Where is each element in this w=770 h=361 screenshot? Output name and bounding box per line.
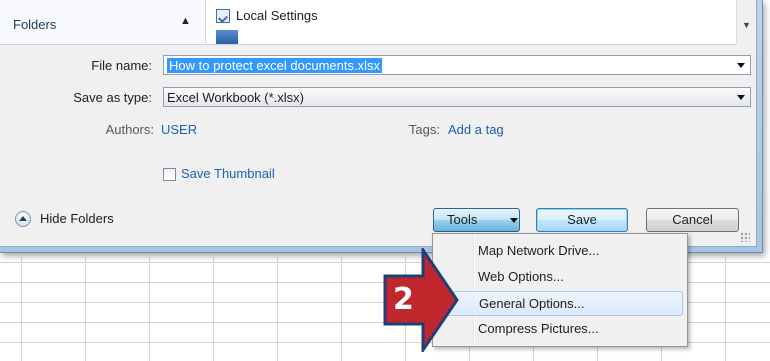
cancel-button[interactable]: Cancel bbox=[646, 208, 739, 232]
save-thumbnail-checkbox[interactable] bbox=[163, 168, 176, 181]
file-item-label: Local Settings bbox=[236, 8, 318, 23]
file-list: Local Settings bbox=[206, 0, 736, 45]
tags-value[interactable]: Add a tag bbox=[448, 122, 504, 137]
chevron-down-icon[interactable] bbox=[737, 63, 745, 68]
tools-button-label: Tools bbox=[447, 212, 478, 227]
tools-menu: Map Network Drive... Web Options... Gene… bbox=[432, 233, 688, 347]
tags-label: Tags: bbox=[408, 122, 440, 137]
hide-folders-button[interactable]: Hide Folders bbox=[40, 211, 114, 226]
chevron-up-icon[interactable]: ▲ bbox=[180, 15, 191, 27]
chevron-down-icon bbox=[510, 218, 518, 223]
step-callout-arrow: 2 bbox=[383, 245, 459, 355]
save-as-dialog-body: Folders ▲ Local Settings ▼ File name: Ho… bbox=[0, 0, 757, 247]
file-name-label: File name: bbox=[91, 58, 152, 73]
folders-pane: Folders ▲ bbox=[0, 0, 206, 45]
step-number: 2 bbox=[393, 282, 414, 317]
scroll-down-icon[interactable]: ▼ bbox=[742, 20, 751, 30]
save-thumbnail-label[interactable]: Save Thumbnail bbox=[181, 166, 275, 181]
save-as-dialog: Folders ▲ Local Settings ▼ File name: Ho… bbox=[0, 0, 763, 253]
file-list-scrollbar[interactable]: ▼ bbox=[736, 0, 755, 44]
save-as-type-select[interactable]: Excel Workbook (*.xlsx) bbox=[163, 87, 751, 107]
tools-button[interactable]: Tools bbox=[433, 208, 520, 232]
file-name-input[interactable]: How to protect excel documents.xlsx bbox=[163, 55, 751, 75]
shortcut-folder-icon bbox=[216, 8, 230, 23]
menu-item-compress-pictures[interactable]: Compress Pictures... bbox=[445, 317, 683, 342]
menu-item-map-network-drive[interactable]: Map Network Drive... bbox=[445, 239, 683, 264]
chevron-down-icon[interactable] bbox=[737, 95, 745, 100]
folders-label[interactable]: Folders bbox=[13, 17, 56, 32]
authors-value[interactable]: USER bbox=[161, 122, 197, 137]
authors-label: Authors: bbox=[105, 122, 154, 137]
collapse-up-icon[interactable] bbox=[15, 211, 31, 227]
folder-icon[interactable] bbox=[216, 30, 238, 44]
file-name-value: How to protect excel documents.xlsx bbox=[167, 58, 382, 73]
menu-item-general-options[interactable]: General Options... bbox=[445, 291, 683, 316]
list-item[interactable]: Local Settings bbox=[216, 8, 318, 23]
save-button[interactable]: Save bbox=[536, 208, 628, 232]
resize-grip-icon[interactable] bbox=[740, 232, 750, 242]
menu-item-web-options[interactable]: Web Options... bbox=[445, 265, 683, 290]
save-as-type-label: Save as type: bbox=[73, 90, 152, 105]
save-as-type-value: Excel Workbook (*.xlsx) bbox=[167, 90, 305, 105]
